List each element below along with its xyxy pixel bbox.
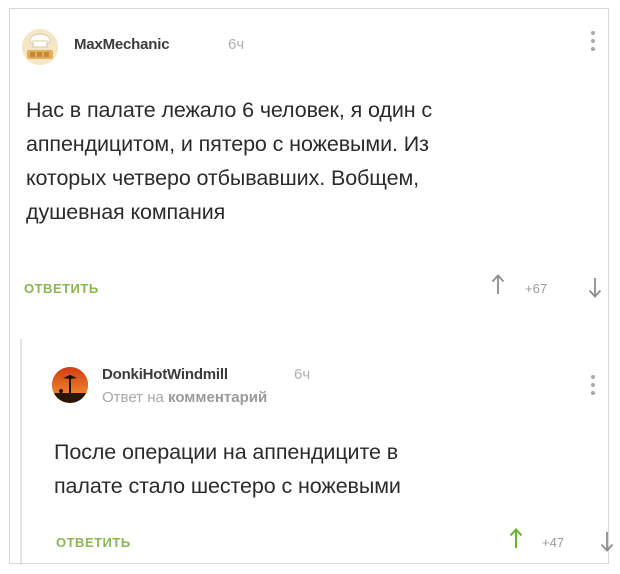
reply-comment: DonkiHotWindmill 6ч Ответ на комментарий… <box>20 339 614 565</box>
comment-text-line: палате стало шестеро с ножевыми <box>54 474 401 498</box>
comment-text-line: которых четверо отбывавших. Вобщем, <box>26 166 420 190</box>
arrow-up-icon[interactable] <box>491 273 505 295</box>
comment-text-line: душевная компания <box>26 200 226 224</box>
reply-button[interactable]: ОТВЕТИТЬ <box>24 281 99 296</box>
rating-count: +47 <box>542 535 565 550</box>
author-name[interactable]: MaxMechanic <box>74 36 170 53</box>
rating-count: +67 <box>525 281 548 296</box>
comment: MaxMechanic 6ч Нас в палате лежало 6 чел… <box>10 9 608 327</box>
comment-text-line: аппендицитом, и пятеро с ножевыми. Из <box>26 132 429 156</box>
reply-to-link[interactable]: комментарий <box>168 389 267 406</box>
arrow-up-icon[interactable] <box>509 527 523 549</box>
timestamp: 6ч <box>294 366 311 383</box>
arrow-down-icon[interactable] <box>588 277 602 299</box>
more-vertical-icon[interactable] <box>590 375 596 399</box>
avatar[interactable] <box>52 367 88 403</box>
arrow-down-icon[interactable] <box>600 531 614 553</box>
sunset-avatar-icon <box>52 367 88 403</box>
comment-text-line: Нас в палате лежало 6 человек, я один с <box>26 98 433 122</box>
comment-text: После операции на аппендиците в палате с… <box>54 435 594 503</box>
reply-to-line: Ответ на комментарий <box>102 389 267 406</box>
author-name[interactable]: DonkiHotWindmill <box>102 366 228 383</box>
chef-avatar-icon <box>22 29 58 65</box>
reply-button[interactable]: ОТВЕТИТЬ <box>56 535 131 550</box>
timestamp: 6ч <box>228 36 245 53</box>
avatar[interactable] <box>22 29 58 65</box>
more-vertical-icon[interactable] <box>590 31 596 55</box>
comment-text-line: После операции на аппендиците в <box>54 440 399 464</box>
comments-thread: MaxMechanic 6ч Нас в палате лежало 6 чел… <box>9 8 614 565</box>
reply-to-prefix: Ответ на <box>102 389 164 406</box>
comment-text: Нас в палате лежало 6 человек, я один с … <box>26 93 596 229</box>
